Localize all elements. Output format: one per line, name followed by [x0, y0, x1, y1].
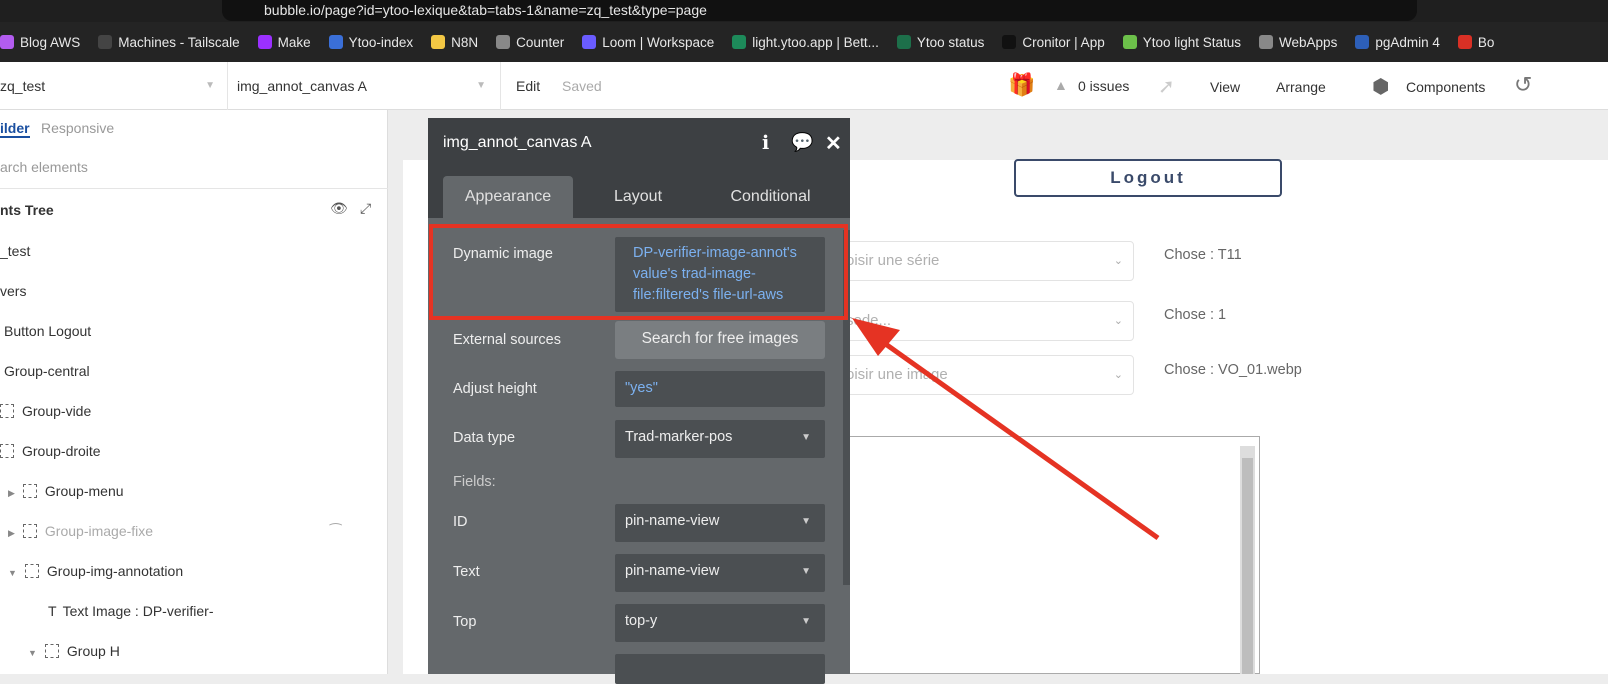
- arrow-line: [878, 337, 1160, 541]
- arrow-annotation: [852, 318, 1160, 541]
